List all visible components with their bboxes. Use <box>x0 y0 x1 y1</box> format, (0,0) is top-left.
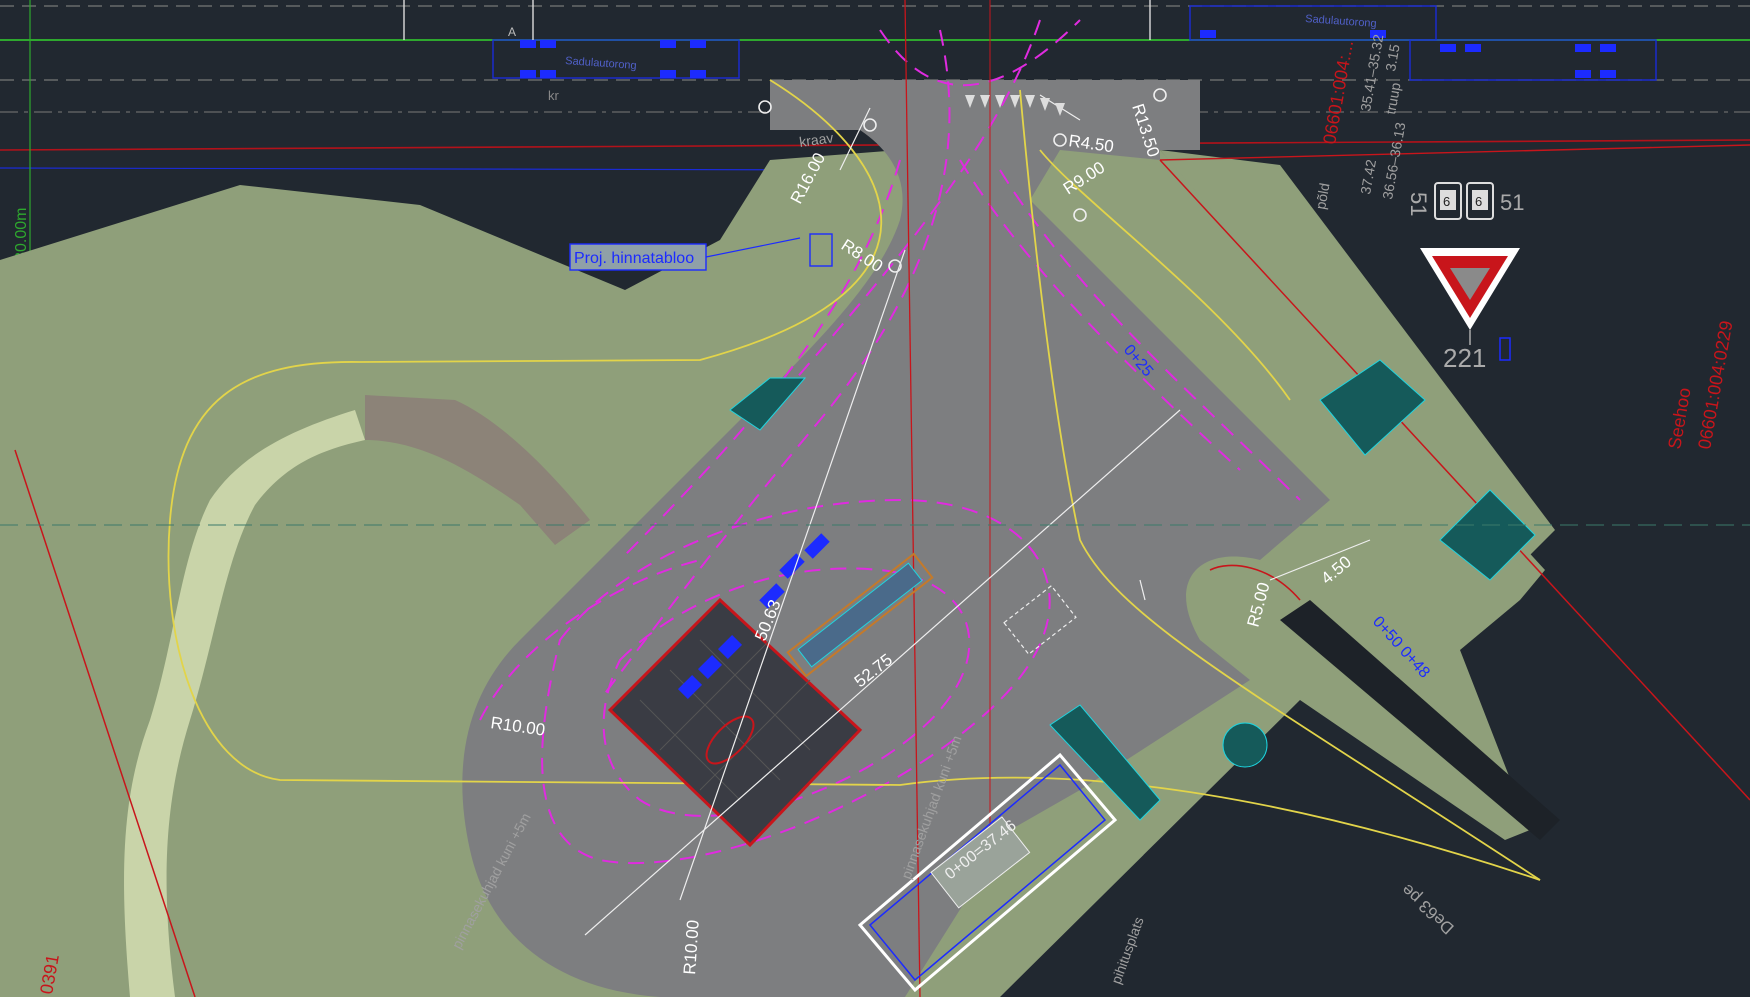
kr-label: kr <box>548 88 560 103</box>
letter-a: A <box>508 25 516 39</box>
sign-51-right: 51 <box>1500 190 1524 215</box>
cad-drawing: Sadulautorong Sadulautorong kr A TEEKAIT… <box>0 0 1750 997</box>
sign-51-left: 51 <box>1406 192 1431 216</box>
r10-bottom-label: R10.00 <box>680 919 703 975</box>
price-board-label: Proj. hinnatabloo <box>574 250 694 267</box>
sign-221: 221 <box>1443 343 1486 373</box>
sign-6b: 6 <box>1475 194 1482 209</box>
sign-6a: 6 <box>1443 194 1450 209</box>
